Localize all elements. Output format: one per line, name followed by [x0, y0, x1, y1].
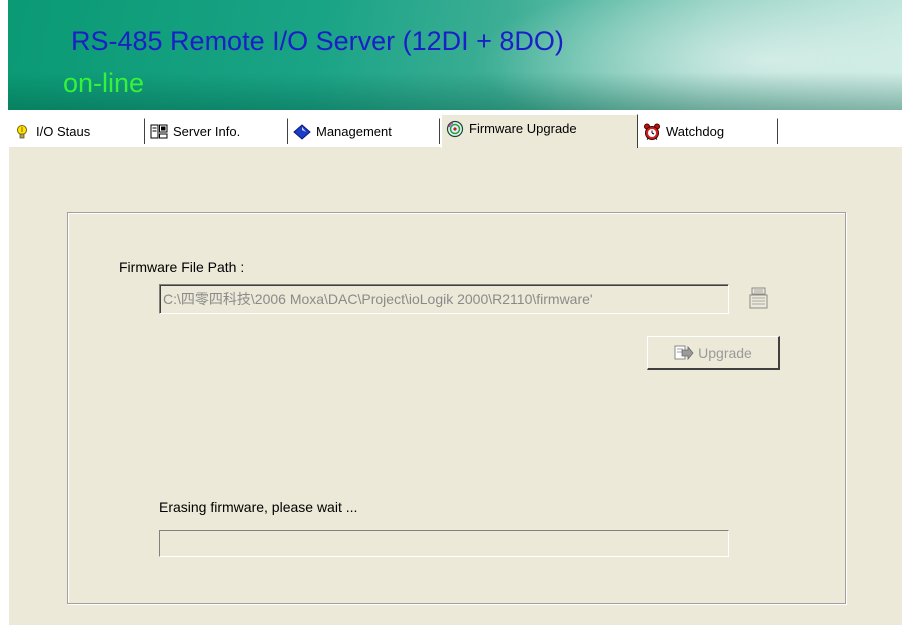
disc-icon: [446, 120, 464, 138]
firmware-group-box: Firmware File Path : C:\四零四科技\2006 Moxa\…: [67, 212, 846, 604]
tab-server-info[interactable]: Server Info.: [145, 118, 288, 144]
firmware-progress-bar: [159, 530, 729, 557]
firmware-status-text: Erasing firmware, please wait ...: [159, 499, 358, 515]
tab-watchdog[interactable]: Watchdog: [638, 118, 778, 144]
upgrade-button[interactable]: Upgrade: [647, 336, 780, 370]
server-icon: [150, 123, 168, 141]
firmware-upgrade-panel: Firmware File Path : C:\四零四科技\2006 Moxa\…: [8, 146, 902, 625]
upgrade-arrow-icon: [674, 344, 694, 362]
tab-label: Management: [316, 124, 392, 139]
connection-status: on-line: [63, 68, 145, 98]
alarm-clock-icon: [643, 123, 661, 141]
page-title: RS-485 Remote I/O Server (12DI + 8DO): [71, 26, 564, 56]
tab-label: Firmware Upgrade: [469, 121, 577, 136]
tab-label: Server Info.: [173, 124, 241, 139]
lightbulb-icon: [13, 123, 31, 141]
tab-label: I/O Staus: [36, 124, 91, 139]
tab-io-status[interactable]: I/O Staus: [8, 118, 145, 144]
upgrade-button-label: Upgrade: [698, 344, 752, 361]
tab-bar: I/O Staus Server Info. Management Firmwa…: [8, 110, 902, 150]
tab-label: Watchdog: [666, 124, 725, 139]
tab-management[interactable]: Management: [288, 118, 440, 144]
browse-file-icon[interactable]: [748, 286, 774, 312]
firmware-path-label: Firmware File Path :: [119, 259, 245, 275]
diamond-icon: [293, 123, 311, 141]
firmware-path-input[interactable]: C:\四零四科技\2006 Moxa\DAC\Project\ioLogik 2…: [159, 284, 729, 314]
tab-firmware-upgrade[interactable]: Firmware Upgrade: [441, 114, 638, 148]
